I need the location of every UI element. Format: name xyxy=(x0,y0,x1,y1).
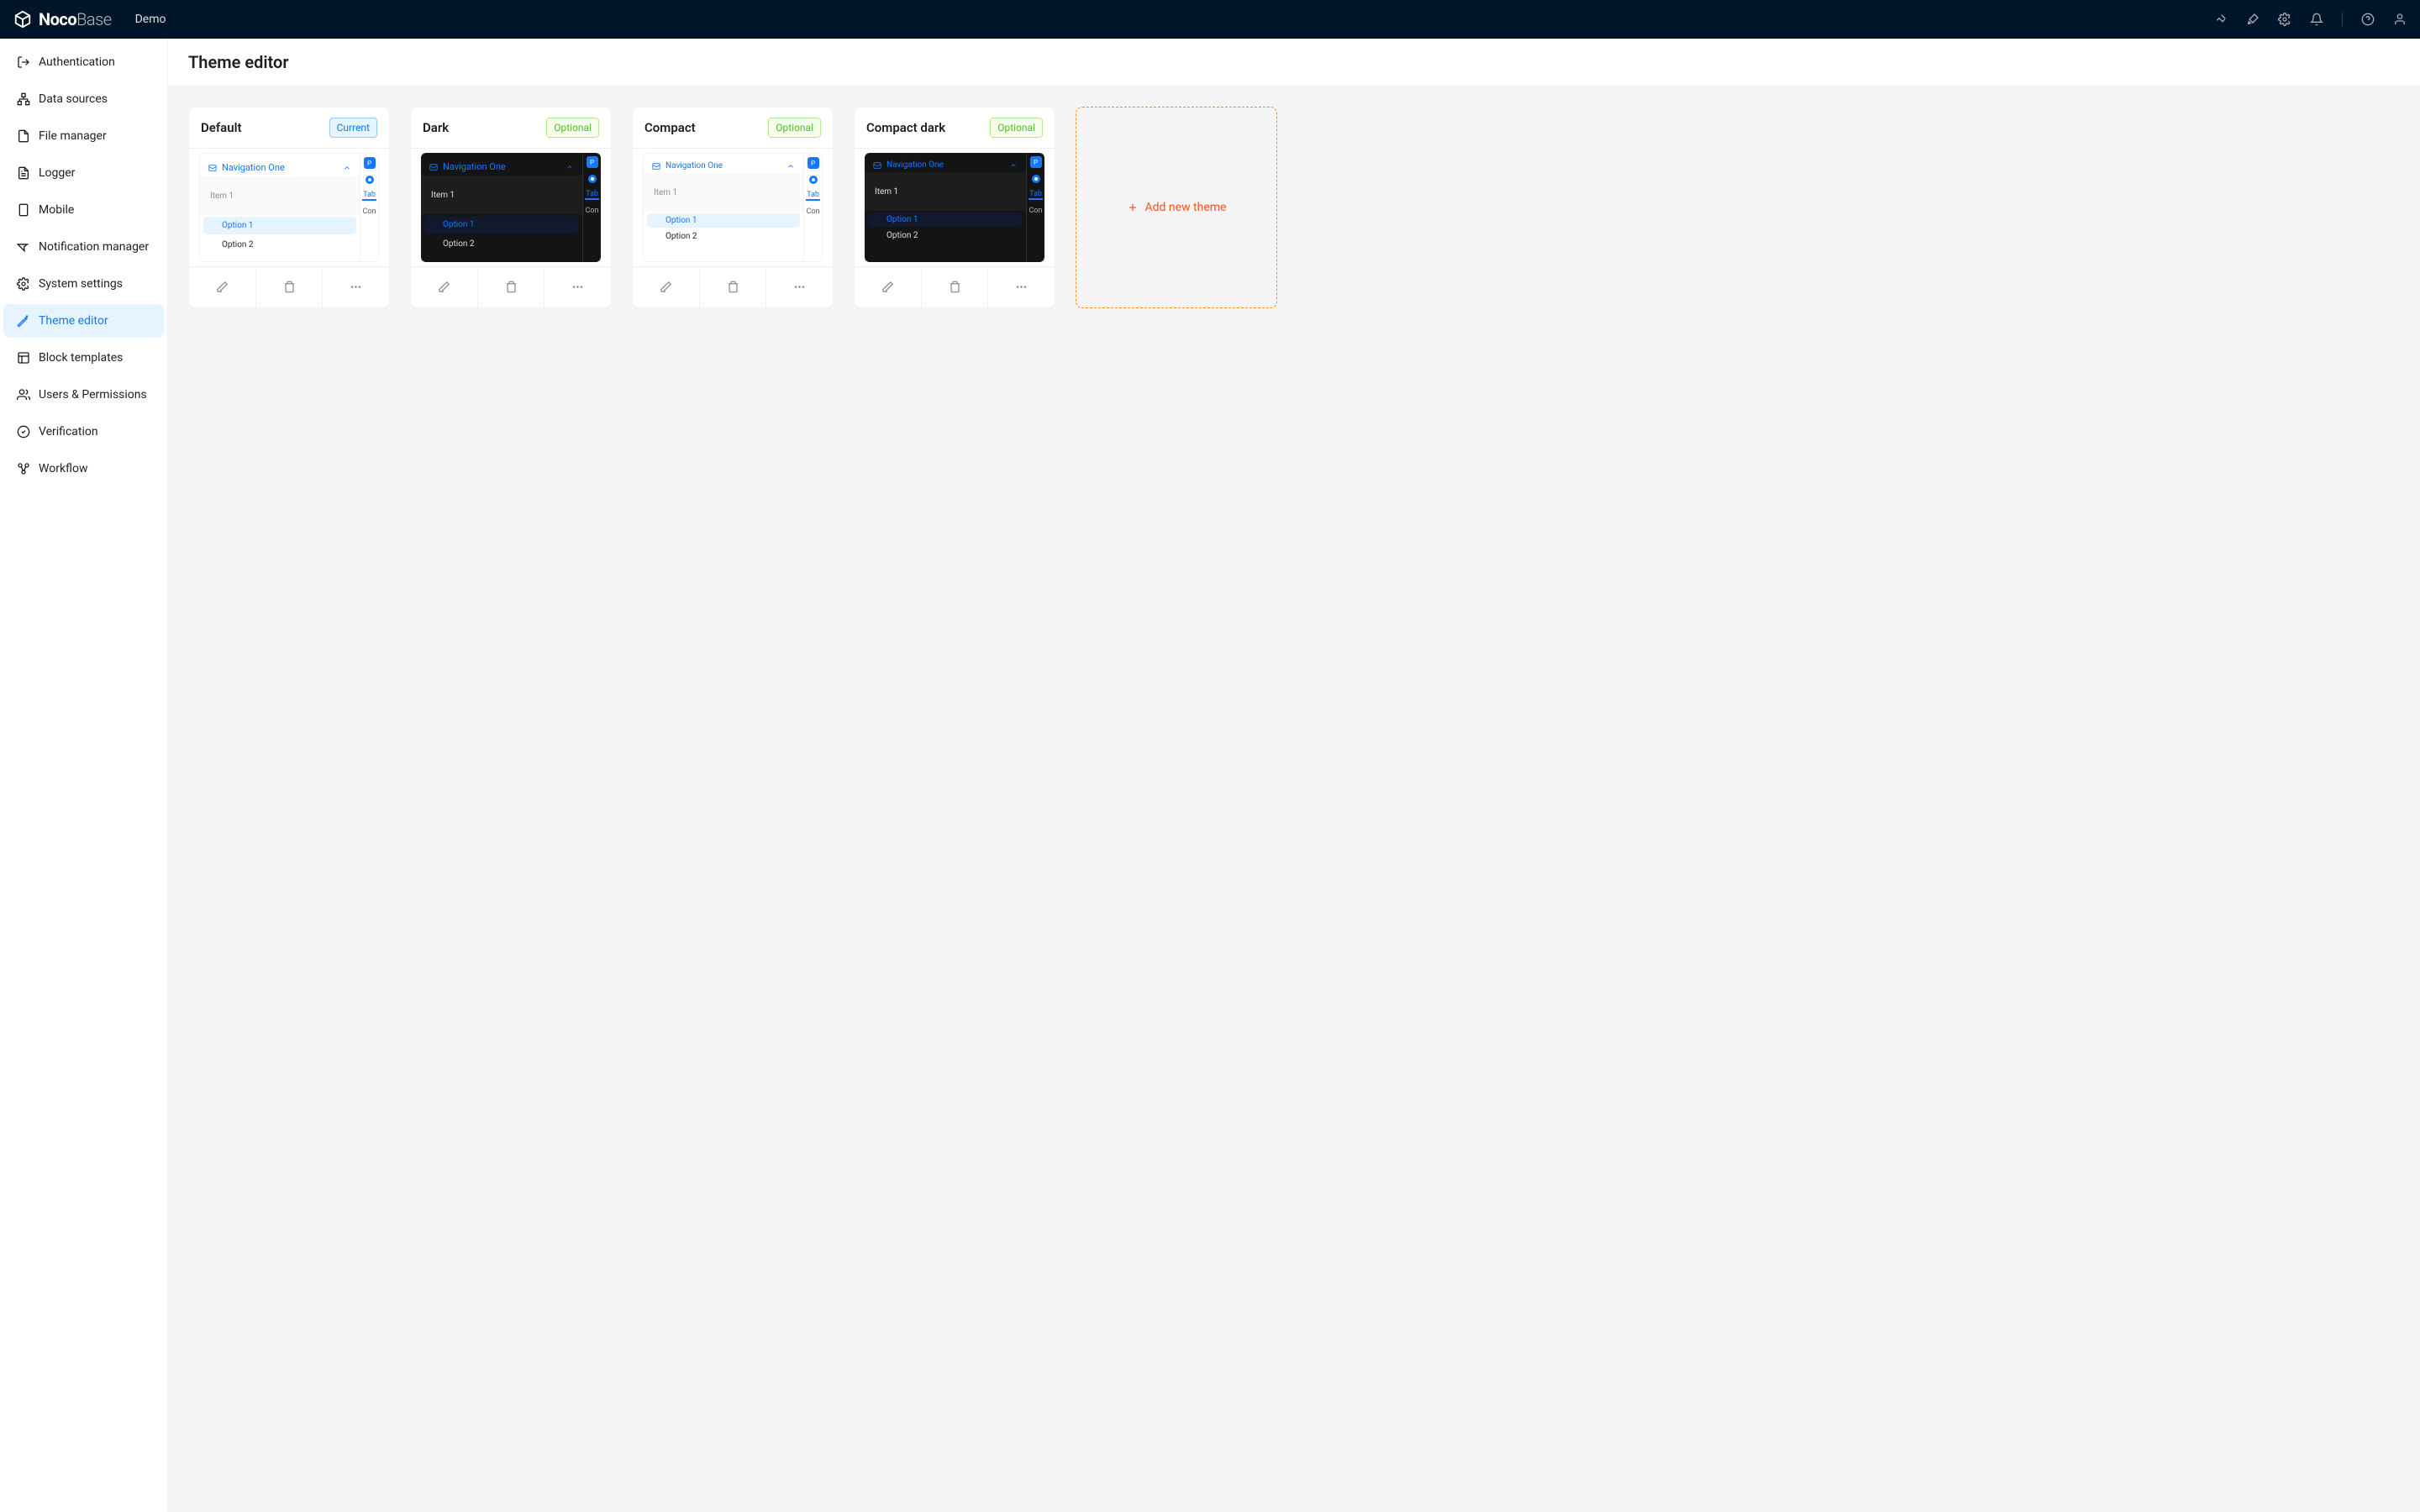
user-icon[interactable] xyxy=(2393,13,2407,26)
sidebar: Authentication Data sources File manager… xyxy=(0,39,168,1512)
card-actions xyxy=(411,266,611,307)
page-header: Theme editor xyxy=(168,39,2420,87)
file-icon xyxy=(17,129,30,143)
content-area: Default Current Navigation One Item 1 Op… xyxy=(168,87,2420,1512)
sidebar-item-label: Data sources xyxy=(39,92,108,106)
share-icon xyxy=(17,462,30,475)
status-badge: Optional xyxy=(546,118,599,138)
edit-button[interactable] xyxy=(189,267,255,307)
delete-button[interactable] xyxy=(477,267,544,307)
sidebar-item-workflow[interactable]: Workflow xyxy=(3,452,164,486)
sidebar-item-label: Mobile xyxy=(39,203,74,217)
more-button[interactable] xyxy=(544,267,611,307)
pin-icon[interactable] xyxy=(2214,13,2228,26)
theme-card-compact-dark: Compact dark Optional Navigation One Ite… xyxy=(854,107,1055,308)
theme-preview: Navigation One Item 1 Option 1 Option 2 … xyxy=(865,153,1044,262)
logout-icon xyxy=(17,55,30,69)
card-header: Compact dark Optional xyxy=(855,108,1055,149)
sidebar-item-users-permissions[interactable]: Users & Permissions xyxy=(3,378,164,412)
card-body: Navigation One Item 1 Option 1 Option 2 … xyxy=(855,149,1055,266)
top-header: NocoBase Demo xyxy=(0,0,2420,39)
theme-name: Dark xyxy=(423,120,449,135)
brush-icon[interactable] xyxy=(2246,13,2260,26)
sidebar-item-notification-manager[interactable]: Notification manager xyxy=(3,230,164,264)
sidebar-item-label: Block templates xyxy=(39,351,123,365)
settings-gear-icon[interactable] xyxy=(2278,13,2291,26)
check-circle-icon xyxy=(17,425,30,438)
sidebar-item-label: File manager xyxy=(39,129,107,143)
theme-card-default: Default Current Navigation One Item 1 Op… xyxy=(188,107,390,308)
sidebar-item-label: Workflow xyxy=(39,462,88,475)
file-text-icon xyxy=(17,166,30,180)
delete-button[interactable] xyxy=(921,267,988,307)
theme-preview: Navigation One Item 1 Option 1 Option 2 … xyxy=(199,153,379,262)
notification-icon xyxy=(17,240,30,254)
theme-card-compact: Compact Optional Navigation One Item 1 O… xyxy=(632,107,834,308)
header-demo-link[interactable]: Demo xyxy=(135,13,166,26)
theme-card-dark: Dark Optional Navigation One Item 1 Opti… xyxy=(410,107,612,308)
card-body: Navigation One Item 1 Option 1 Option 2 … xyxy=(189,149,389,266)
gear-icon xyxy=(17,277,30,291)
more-button[interactable] xyxy=(987,267,1055,307)
users-icon xyxy=(17,388,30,402)
delete-button[interactable] xyxy=(255,267,323,307)
header-actions xyxy=(2214,13,2407,26)
card-header: Default Current xyxy=(189,108,389,149)
card-header: Dark Optional xyxy=(411,108,611,149)
sidebar-item-label: System settings xyxy=(39,277,123,291)
header-divider xyxy=(2342,13,2343,26)
sidebar-item-label: Theme editor xyxy=(39,314,108,328)
edit-button[interactable] xyxy=(855,267,921,307)
theme-name: Compact xyxy=(644,120,696,135)
logo[interactable]: NocoBase xyxy=(13,9,112,29)
help-icon[interactable] xyxy=(2361,13,2375,26)
palette-icon xyxy=(17,314,30,328)
mobile-icon xyxy=(17,203,30,217)
edit-button[interactable] xyxy=(411,267,477,307)
logo-cube-icon xyxy=(13,10,32,29)
logo-text: NocoBase xyxy=(39,9,112,29)
sidebar-item-block-templates[interactable]: Block templates xyxy=(3,341,164,375)
layout-icon xyxy=(17,351,30,365)
more-button[interactable] xyxy=(322,267,389,307)
sidebar-item-authentication[interactable]: Authentication xyxy=(3,45,164,79)
sidebar-item-theme-editor[interactable]: Theme editor xyxy=(3,304,164,338)
edit-button[interactable] xyxy=(633,267,699,307)
add-theme-label: Add new theme xyxy=(1145,201,1227,214)
sidebar-item-label: Notification manager xyxy=(39,240,149,254)
status-badge: Current xyxy=(329,118,377,138)
add-theme-button[interactable]: Add new theme xyxy=(1076,107,1277,308)
cluster-icon xyxy=(17,92,30,106)
sidebar-item-label: Verification xyxy=(39,425,98,438)
status-badge: Optional xyxy=(768,118,821,138)
card-actions xyxy=(633,266,833,307)
sidebar-item-data-sources[interactable]: Data sources xyxy=(3,82,164,116)
card-actions xyxy=(855,266,1055,307)
theme-preview: Navigation One Item 1 Option 1 Option 2 … xyxy=(643,153,823,262)
card-body: Navigation One Item 1 Option 1 Option 2 … xyxy=(633,149,833,266)
sidebar-item-logger[interactable]: Logger xyxy=(3,156,164,190)
sidebar-item-system-settings[interactable]: System settings xyxy=(3,267,164,301)
sidebar-item-verification[interactable]: Verification xyxy=(3,415,164,449)
main-area: Theme editor Default Current Navigation … xyxy=(168,39,2420,1512)
theme-name: Default xyxy=(201,120,242,135)
sidebar-item-label: Logger xyxy=(39,166,75,180)
sidebar-item-mobile[interactable]: Mobile xyxy=(3,193,164,227)
sidebar-item-label: Authentication xyxy=(39,55,115,69)
sidebar-item-label: Users & Permissions xyxy=(39,388,147,402)
theme-name: Compact dark xyxy=(866,120,945,135)
card-body: Navigation One Item 1 Option 1 Option 2 … xyxy=(411,149,611,266)
bell-icon[interactable] xyxy=(2310,13,2323,26)
sidebar-item-file-manager[interactable]: File manager xyxy=(3,119,164,153)
card-actions xyxy=(189,266,389,307)
card-header: Compact Optional xyxy=(633,108,833,149)
page-title: Theme editor xyxy=(188,52,2400,72)
delete-button[interactable] xyxy=(699,267,766,307)
status-badge: Optional xyxy=(990,118,1043,138)
more-button[interactable] xyxy=(765,267,833,307)
theme-preview: Navigation One Item 1 Option 1 Option 2 … xyxy=(421,153,601,262)
theme-grid: Default Current Navigation One Item 1 Op… xyxy=(188,107,2400,308)
